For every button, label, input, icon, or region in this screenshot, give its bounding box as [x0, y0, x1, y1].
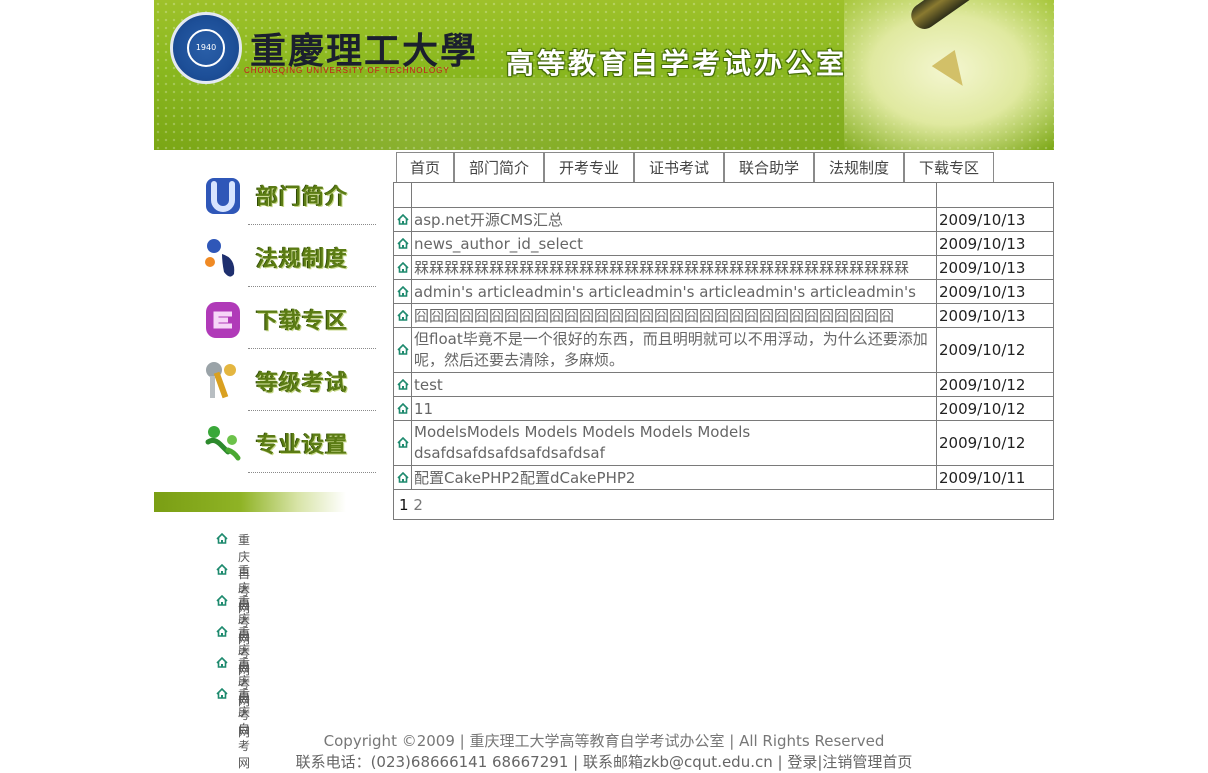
page-current: 1	[399, 496, 409, 514]
news-date: 2009/10/12	[936, 420, 1054, 466]
header-banner: 1940 重慶理工大學 CHONGQING UNIVERSITY OF TECH…	[154, 0, 1054, 150]
table-row: ModelsModels Models Models Models Models…	[393, 420, 1054, 466]
news-title-link[interactable]: 槑槑槑槑槑槑槑槑槑槑槑槑槑槑槑槑槑槑槑槑槑槑槑槑槑槑槑槑槑槑槑槑槑	[411, 255, 937, 280]
home-icon	[393, 372, 412, 397]
sidebar-item-label: 法规制度	[256, 247, 349, 272]
logo-year: 1940	[187, 29, 225, 67]
news-date: 2009/10/13	[936, 303, 1054, 328]
home-icon	[393, 327, 412, 373]
sidebar-item-label: 部门简介	[256, 185, 349, 210]
news-title-link[interactable]: 囧囧囧囧囧囧囧囧囧囧囧囧囧囧囧囧囧囧囧囧囧囧囧囧囧囧囧囧囧囧囧囧	[411, 303, 937, 328]
sidebar-gradient-bar	[154, 492, 346, 512]
news-title-link[interactable]: asp.net开源CMS汇总	[411, 207, 937, 232]
news-title-link[interactable]: 配置CakePHP2配置dCakePHP2	[411, 465, 937, 490]
sidebar-item-department[interactable]: 部门简介	[198, 164, 378, 225]
keys-icon	[206, 362, 236, 399]
letter-e-icon	[206, 302, 240, 338]
news-date: 2009/10/12	[936, 396, 1054, 421]
home-icon	[216, 564, 228, 575]
table-row: 11 2009/10/12	[393, 396, 1054, 421]
news-title-link[interactable]: 11	[411, 396, 937, 421]
sidebar-item-majors[interactable]: 专业设置	[198, 412, 378, 473]
news-date: 2009/10/12	[936, 327, 1054, 373]
table-row: 配置CakePHP2配置dCakePHP2 2009/10/11	[393, 465, 1054, 490]
page-link[interactable]: 2	[413, 496, 423, 514]
sidebar-item-level-exam[interactable]: 等级考试	[198, 350, 378, 411]
table-cell	[411, 182, 937, 208]
home-icon	[216, 595, 228, 606]
table-row: asp.net开源CMS汇总 2009/10/13	[393, 207, 1054, 232]
divider	[248, 348, 376, 349]
people-icon	[205, 426, 241, 461]
university-english-name: CHONGQING UNIVERSITY OF TECHNOLOGY	[244, 66, 450, 75]
table-row: admin's articleadmin's articleadmin's ar…	[393, 279, 1054, 304]
tab-joint-study[interactable]: 联合助学	[724, 152, 814, 182]
tab-certificate-exam[interactable]: 证书考试	[634, 152, 724, 182]
tab-department[interactable]: 部门简介	[454, 152, 544, 182]
contact-line: 联系电话：(023)68666141 68667291 | 联系邮箱zkb@cq…	[0, 752, 1208, 773]
home-icon	[393, 279, 412, 304]
copyright-text: Copyright ©2009 | 重庆理工大学高等教育自学考试办公室 | Al…	[323, 732, 885, 750]
sidebar-item-downloads[interactable]: 下载专区	[198, 288, 378, 349]
sidebar-item-label: 专业设置	[256, 433, 349, 458]
sidebar-item-label: 下载专区	[256, 309, 349, 334]
news-date: 2009/10/12	[936, 372, 1054, 397]
sidebar-item-label: 等级考试	[256, 371, 349, 396]
news-title-link[interactable]: 但float毕竟不是一个很好的东西，而且明明就可以不用浮动，为什么还要添加呢，然…	[411, 327, 937, 373]
divider	[248, 472, 376, 473]
news-date: 2009/10/13	[936, 279, 1054, 304]
home-icon	[216, 688, 228, 699]
letter-u-icon	[206, 178, 240, 214]
figure-icon	[205, 239, 235, 277]
tab-downloads[interactable]: 下载专区	[904, 152, 994, 182]
news-title-link[interactable]: admin's articleadmin's articleadmin's ar…	[411, 279, 937, 304]
divider	[248, 224, 376, 225]
news-date: 2009/10/11	[936, 465, 1054, 490]
home-icon	[393, 255, 412, 280]
news-date: 2009/10/13	[936, 255, 1054, 280]
logout-link[interactable]: 注销	[822, 753, 852, 771]
home-icon	[216, 533, 228, 544]
office-title: 高等教育自学考试办公室	[506, 47, 848, 80]
contact-text: 联系电话：(023)68666141 68667291 | 联系邮箱zkb@cq…	[295, 753, 788, 771]
table-cell	[393, 182, 412, 208]
news-date: 2009/10/13	[936, 231, 1054, 256]
news-date: 2009/10/13	[936, 207, 1054, 232]
home-icon	[216, 657, 228, 668]
news-table: asp.net开源CMS汇总 2009/10/13 news_author_id…	[393, 182, 1054, 490]
table-row: 但float毕竟不是一个很好的东西，而且明明就可以不用浮动，为什么还要添加呢，然…	[393, 327, 1054, 373]
table-row: test 2009/10/12	[393, 372, 1054, 397]
home-icon	[393, 420, 412, 466]
sidebar-item-regulations[interactable]: 法规制度	[198, 226, 378, 287]
divider	[248, 286, 376, 287]
footer: Copyright ©2009 | 重庆理工大学高等教育自学考试办公室 | Al…	[0, 731, 1208, 773]
table-cell	[936, 182, 1054, 208]
table-header-row	[393, 182, 1054, 208]
news-list: asp.net开源CMS汇总 2009/10/13 news_author_id…	[393, 182, 1054, 520]
tab-majors[interactable]: 开考专业	[544, 152, 634, 182]
home-icon	[393, 303, 412, 328]
home-icon	[393, 396, 412, 421]
pagination: 1 2	[399, 496, 423, 514]
login-link[interactable]: 登录	[787, 753, 817, 771]
table-row: 囧囧囧囧囧囧囧囧囧囧囧囧囧囧囧囧囧囧囧囧囧囧囧囧囧囧囧囧囧囧囧囧 2009/10…	[393, 303, 1054, 328]
tab-regulations[interactable]: 法规制度	[814, 152, 904, 182]
news-title-link[interactable]: news_author_id_select	[411, 231, 937, 256]
news-title-link[interactable]: ModelsModels Models Models Models Models…	[411, 420, 937, 466]
home-icon	[216, 626, 228, 637]
university-logo: 1940	[170, 12, 242, 84]
table-row: 槑槑槑槑槑槑槑槑槑槑槑槑槑槑槑槑槑槑槑槑槑槑槑槑槑槑槑槑槑槑槑槑槑 2009/1…	[393, 255, 1054, 280]
home-icon	[393, 231, 412, 256]
tab-home[interactable]: 首页	[396, 152, 454, 182]
table-row: news_author_id_select 2009/10/13	[393, 231, 1054, 256]
sidebar: 部门简介 法规制度 下载专区 等级考试 专业设置 重庆自考网 重庆自考网 重庆自…	[154, 150, 394, 770]
home-icon	[393, 207, 412, 232]
admin-home-link[interactable]: 管理首页	[852, 753, 912, 771]
news-title-link[interactable]: test	[411, 372, 937, 397]
divider	[248, 410, 376, 411]
home-icon	[393, 465, 412, 490]
